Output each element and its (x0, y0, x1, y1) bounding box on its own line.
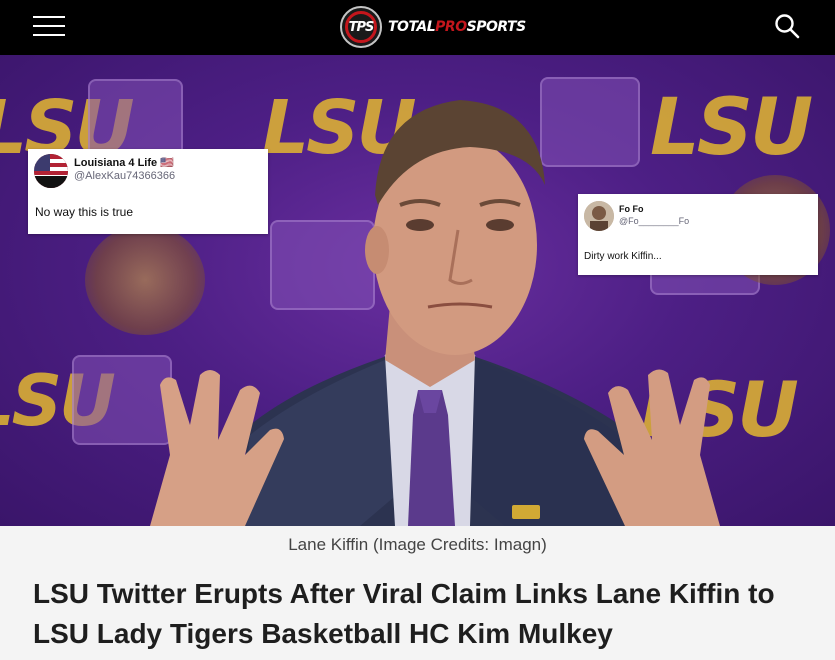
embedded-tweet[interactable]: Louisiana 4 Life 🇺🇸 @AlexKau74366366 No … (28, 149, 268, 234)
tweet-avatar (584, 201, 614, 231)
embedded-tweet[interactable]: Fo Fo @Fo________Fo Dirty work Kiffin... (578, 194, 818, 275)
image-caption: Lane Kiffin (Image Credits: Imagn) (288, 535, 547, 554)
logo-badge-text: TPS (348, 19, 375, 35)
site-header: TPS TOTALPROSPORTS (0, 0, 835, 55)
site-logo[interactable]: TPS TOTALPROSPORTS (340, 6, 526, 48)
tweet-avatar (34, 154, 68, 188)
tweet-author-name: Louisiana 4 Life 🇺🇸 (74, 157, 174, 169)
tweet-author-name: Fo Fo (619, 204, 644, 214)
article-title[interactable]: LSU Twitter Erupts After Viral Claim Lin… (33, 574, 813, 654)
tweet-author-handle: @Fo________Fo (619, 216, 690, 226)
hamburger-menu-icon[interactable] (33, 16, 65, 36)
logo-badge: TPS (340, 6, 382, 48)
featured-image: LSU LSU LSU LSU LSU (0, 55, 835, 526)
search-icon[interactable] (774, 13, 800, 39)
logo-wordmark: TOTALPROSPORTS (388, 19, 526, 35)
tweet-text: No way this is true (35, 205, 134, 219)
person-photo (150, 100, 720, 526)
tweet-text: Dirty work Kiffin... (584, 251, 662, 262)
tweet-author-handle: @AlexKau74366366 (74, 170, 176, 182)
